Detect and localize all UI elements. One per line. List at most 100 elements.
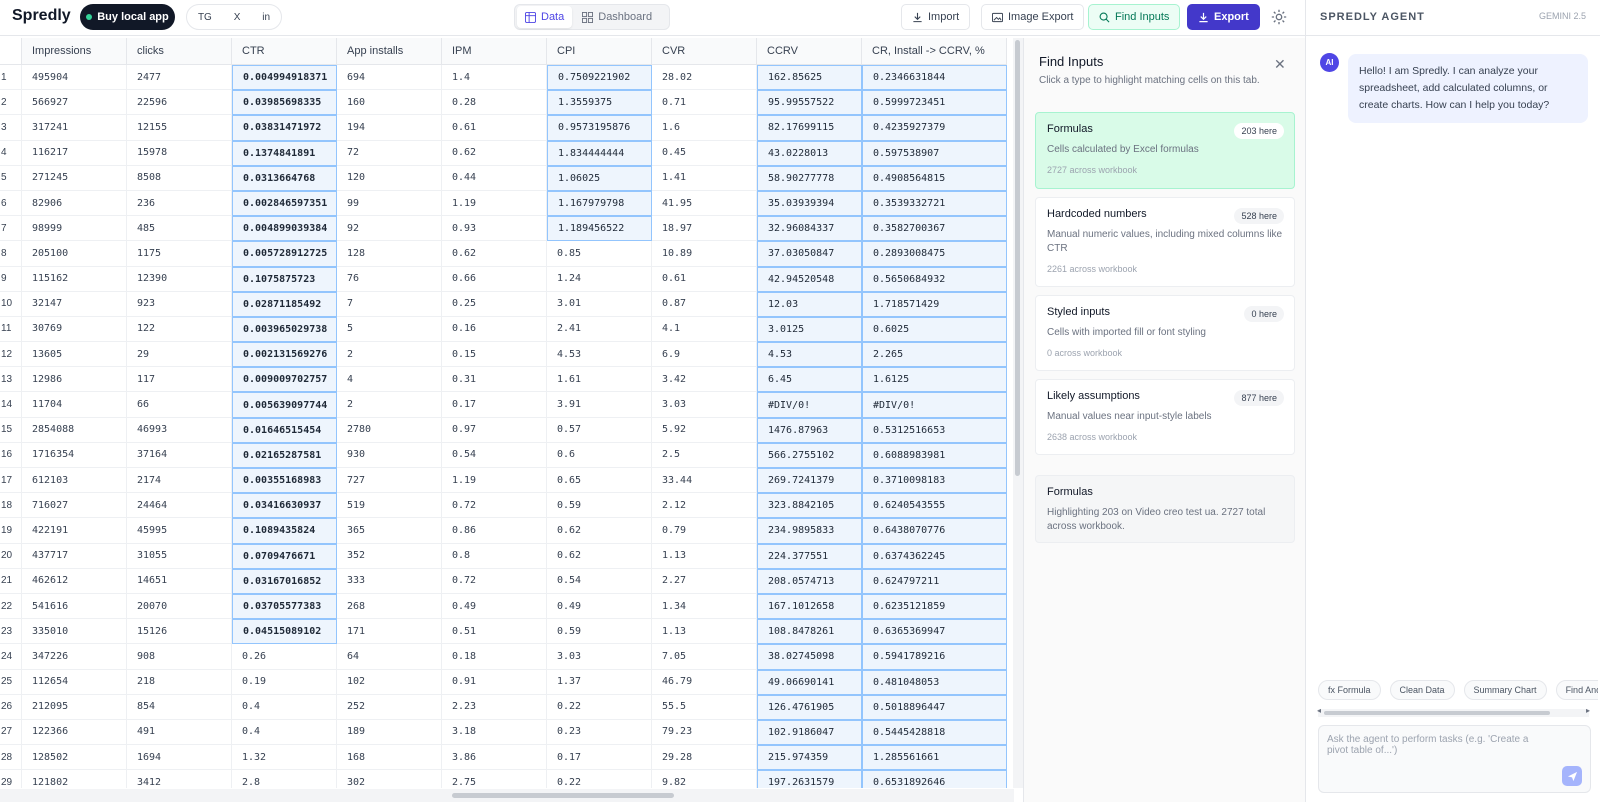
grid-cell[interactable]: 2.265 xyxy=(862,342,1007,368)
grid-cell[interactable]: 43.0228013 xyxy=(757,140,862,166)
x-link[interactable]: X xyxy=(234,12,241,23)
grid-cell[interactable]: 1175 xyxy=(127,241,232,267)
grid-cell[interactable]: 1.6125 xyxy=(862,367,1007,393)
grid-cell[interactable]: 0.66 xyxy=(442,266,547,292)
grid-cell[interactable]: 13605 xyxy=(22,342,127,368)
grid-cell[interactable]: 0.28 xyxy=(442,90,547,116)
grid-cell[interactable]: 205100 xyxy=(22,241,127,267)
spreadsheet-grid[interactable]: Impressions clicks CTR App installs IPM CPI CV… xyxy=(0,38,1014,788)
grid-cell[interactable]: 0.61 xyxy=(442,115,547,141)
vertical-scroll-thumb[interactable] xyxy=(1015,40,1020,476)
grid-cell[interactable]: 0.4908564815 xyxy=(862,165,1007,191)
grid-cell[interactable]: 2.8 xyxy=(232,770,337,788)
grid-cell[interactable]: 3.86 xyxy=(442,745,547,771)
grid-cell[interactable]: 0.57 xyxy=(547,417,652,443)
grid-cell[interactable]: 3.18 xyxy=(442,719,547,746)
grid-cell[interactable]: 0.3539332721 xyxy=(862,190,1007,217)
grid-cell[interactable]: 1.34 xyxy=(652,593,757,620)
grid-cell[interactable]: 0.6438070776 xyxy=(862,518,1007,544)
grid-cell[interactable]: 0.004994918371 xyxy=(232,65,337,91)
grid-cell[interactable]: 1694 xyxy=(127,745,232,771)
grid-cell[interactable]: 102 xyxy=(337,669,442,695)
column-header[interactable]: Impressions xyxy=(22,38,127,65)
grid-cell[interactable]: 0.03831471972 xyxy=(232,115,337,141)
grid-cell[interactable]: 0.71 xyxy=(652,90,757,116)
grid-cell[interactable]: 4 xyxy=(337,367,442,393)
grid-cell[interactable]: 0.1374841891 xyxy=(232,140,337,166)
grid-cell[interactable]: 162.85625 xyxy=(757,65,862,91)
grid-cell[interactable]: 0.51 xyxy=(442,619,547,645)
grid-cell[interactable]: 0.3582700367 xyxy=(862,216,1007,242)
grid-cell[interactable]: 0.002846597351 xyxy=(232,190,337,217)
grid-cell[interactable]: 0.02165287581 xyxy=(232,442,337,468)
grid-cell[interactable]: 9.82 xyxy=(652,770,757,788)
grid-cell[interactable]: 2.75 xyxy=(442,770,547,788)
grid-cell[interactable]: 14651 xyxy=(127,568,232,594)
grid-cell[interactable]: 2 xyxy=(337,342,442,368)
grid-cell[interactable]: 0.4 xyxy=(232,694,337,720)
scroll-right-icon[interactable]: ▸ xyxy=(1586,706,1590,715)
grid-cell[interactable]: 0.009009702757 xyxy=(232,367,337,393)
grid-cell[interactable]: 212095 xyxy=(22,694,127,720)
grid-cell[interactable]: 3.03 xyxy=(547,644,652,670)
find-card-assumptions[interactable]: Likely assumptions 877 here Manual value… xyxy=(1035,379,1295,455)
grid-cell[interactable]: 42.94520548 xyxy=(757,266,862,292)
column-header[interactable]: IPM xyxy=(442,38,547,65)
grid-cell[interactable]: 0.26 xyxy=(232,644,337,670)
chip-clean-data[interactable]: Clean Data xyxy=(1389,680,1455,700)
grid-cell[interactable]: 0.65 xyxy=(547,468,652,494)
grid-cell[interactable]: 8508 xyxy=(127,165,232,191)
grid-cell[interactable]: 37164 xyxy=(127,442,232,468)
grid-cell[interactable]: 0.22 xyxy=(547,694,652,720)
grid-cell[interactable]: 11704 xyxy=(22,392,127,418)
grid-cell[interactable]: 29 xyxy=(127,342,232,368)
grid-cell[interactable]: 92 xyxy=(337,216,442,242)
grid-cell[interactable]: 2854088 xyxy=(22,417,127,443)
tab-data[interactable]: Data xyxy=(517,6,573,28)
grid-cell[interactable]: 335010 xyxy=(22,619,127,645)
grid-cell[interactable]: 519 xyxy=(337,493,442,519)
grid-cell[interactable]: 79.23 xyxy=(652,719,757,746)
grid-cell[interactable]: 1.19 xyxy=(442,190,547,217)
grid-cell[interactable]: 0.19 xyxy=(232,669,337,695)
grid-cell[interactable]: 58.90277778 xyxy=(757,165,862,191)
import-button[interactable]: Import xyxy=(901,4,971,30)
grid-cell[interactable]: 0.54 xyxy=(442,442,547,468)
grid-cell[interactable]: 10.89 xyxy=(652,241,757,267)
grid-cell[interactable]: 2.27 xyxy=(652,568,757,594)
grid-cell[interactable]: 0.6374362245 xyxy=(862,543,1007,569)
grid-cell[interactable]: 128 xyxy=(337,241,442,267)
grid-cell[interactable]: 224.377551 xyxy=(757,543,862,569)
grid-cell[interactable]: 115162 xyxy=(22,266,127,292)
grid-cell[interactable]: 55.5 xyxy=(652,694,757,720)
grid-cell[interactable]: 6.9 xyxy=(652,342,757,368)
gear-icon[interactable] xyxy=(1270,8,1288,26)
grid-cell[interactable]: 0.4235927379 xyxy=(862,115,1007,141)
grid-cell[interactable]: 0.6240543555 xyxy=(862,493,1007,519)
grid-cell[interactable]: 15126 xyxy=(127,619,232,645)
grid-cell[interactable]: 4.1 xyxy=(652,316,757,343)
grid-cell[interactable]: 0.03416630937 xyxy=(232,493,337,519)
grid-cell[interactable]: 1.4 xyxy=(442,65,547,91)
grid-cell[interactable]: 37.03050847 xyxy=(757,241,862,267)
grid-cell[interactable]: 0.16 xyxy=(442,316,547,343)
grid-cell[interactable]: 194 xyxy=(337,115,442,141)
grid-cell[interactable]: 0.91 xyxy=(442,669,547,695)
grid-cell[interactable]: 1.13 xyxy=(652,543,757,569)
grid-cell[interactable]: 208.0574713 xyxy=(757,568,862,594)
grid-cell[interactable]: 18.97 xyxy=(652,216,757,242)
find-card-hardcoded[interactable]: Hardcoded numbers 528 here Manual numeri… xyxy=(1035,197,1295,287)
grid-cell[interactable]: 1716354 xyxy=(22,442,127,468)
grid-cell[interactable]: 95.99557522 xyxy=(757,90,862,116)
grid-cell[interactable]: 3.0125 xyxy=(757,316,862,343)
grid-cell[interactable]: 252 xyxy=(337,694,442,720)
grid-cell[interactable]: 1.718571429 xyxy=(862,291,1007,317)
grid-cell[interactable]: 495904 xyxy=(22,65,127,91)
grid-cell[interactable]: 0.85 xyxy=(547,241,652,267)
grid-cell[interactable]: 3.91 xyxy=(547,392,652,418)
chip-formula[interactable]: fx Formula xyxy=(1318,680,1381,700)
grid-cell[interactable]: 6.45 xyxy=(757,367,862,393)
grid-cell[interactable]: 0.2893008475 xyxy=(862,241,1007,267)
grid-cell[interactable]: 32.96084337 xyxy=(757,216,862,242)
grid-cell[interactable]: 0.5999723451 xyxy=(862,90,1007,116)
